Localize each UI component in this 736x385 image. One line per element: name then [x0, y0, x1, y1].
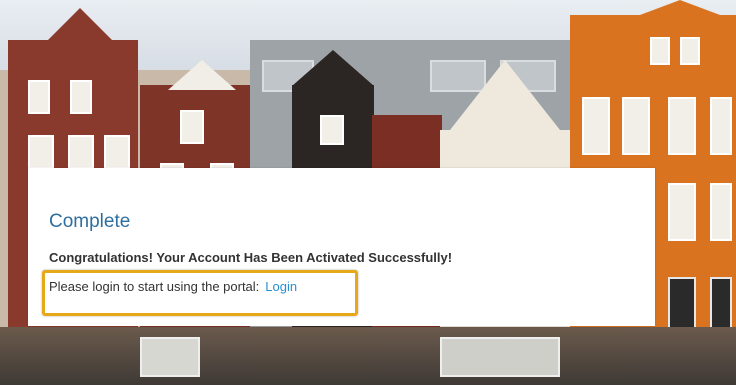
gable-black [292, 50, 374, 86]
card-title: Complete [49, 211, 131, 232]
gable-orange [600, 0, 736, 30]
street-level [0, 327, 736, 385]
gable-second [168, 60, 236, 90]
gable-left [40, 8, 120, 48]
gable-white [450, 60, 560, 130]
success-message: Congratulations! Your Account Has Been A… [49, 250, 453, 265]
highlight-box [42, 270, 358, 316]
